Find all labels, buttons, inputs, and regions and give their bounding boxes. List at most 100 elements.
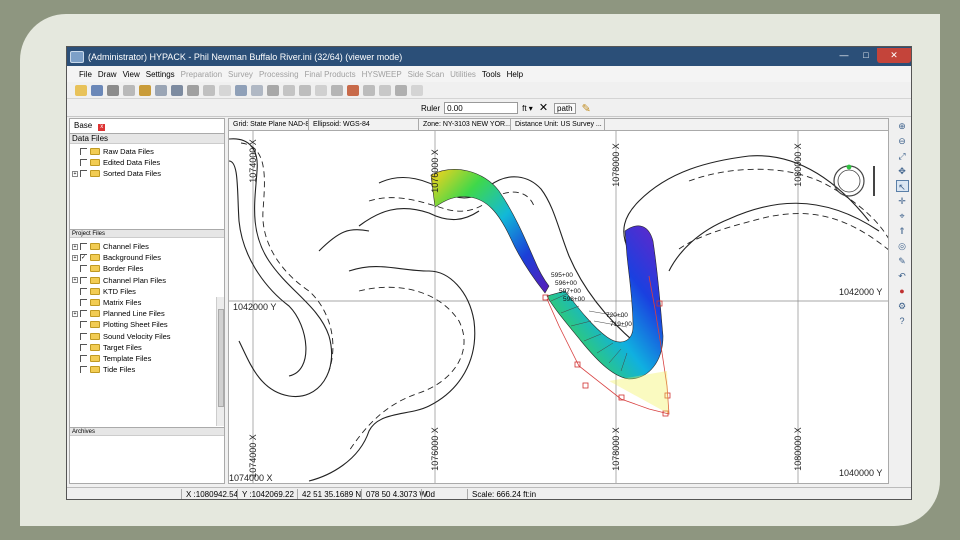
tree-item-edited-data-files[interactable]: Edited Data Files: [72, 157, 161, 168]
menu-file[interactable]: File: [79, 70, 92, 79]
tree-item-label: Sorted Data Files: [103, 169, 161, 179]
sidescan-icon[interactable]: [331, 84, 343, 96]
checkbox[interactable]: [80, 310, 87, 318]
sound-velocity-icon[interactable]: [379, 84, 391, 96]
crosshair-icon[interactable]: ⌖: [896, 210, 909, 222]
project-files-scrollbar[interactable]: [216, 297, 224, 426]
tree-item-planned-line-files[interactable]: + Planned Line Files: [72, 308, 171, 319]
checkbox[interactable]: [80, 299, 87, 307]
tree-item-sound-velocity-files[interactable]: Sound Velocity Files: [72, 331, 171, 342]
tree-item-channel-plan-files[interactable]: + Channel Plan Files: [72, 275, 171, 286]
move-icon[interactable]: ✛: [896, 195, 909, 207]
checkbox[interactable]: [80, 265, 87, 273]
expand-icon[interactable]: +: [72, 310, 78, 317]
project-icon[interactable]: [139, 84, 151, 96]
expand-icon[interactable]: +: [72, 254, 78, 261]
layers-icon[interactable]: [171, 84, 183, 96]
gear-icon[interactable]: [203, 84, 215, 96]
undo-icon[interactable]: ↶: [896, 270, 909, 282]
target-icon[interactable]: [347, 84, 359, 96]
menu-help[interactable]: Help: [507, 70, 523, 79]
tree-item-border-files[interactable]: Border Files: [72, 263, 171, 274]
station-label: 596+00: [555, 280, 577, 287]
expand-icon[interactable]: +: [72, 170, 78, 177]
checkbox[interactable]: [80, 332, 87, 340]
zoom-extents-icon[interactable]: ⤢: [896, 150, 909, 162]
checkbox[interactable]: [80, 343, 87, 351]
zoom-in-icon[interactable]: ⊕: [896, 120, 909, 132]
tree-item-raw-data-files[interactable]: Raw Data Files: [72, 146, 161, 157]
map-view[interactable]: Grid: State Plane NAD-83 Ellipsoid: WGS-…: [228, 118, 889, 484]
zoom-out-icon[interactable]: ⊖: [896, 135, 909, 147]
checkbox[interactable]: [80, 159, 87, 167]
checkbox[interactable]: [80, 170, 87, 178]
checkbox[interactable]: [80, 243, 87, 251]
clear-ruler-icon[interactable]: ✕: [539, 102, 548, 114]
open-folder-icon[interactable]: [75, 84, 87, 96]
ruler-icon[interactable]: [155, 84, 167, 96]
base-tab[interactable]: Base x: [70, 119, 130, 132]
tide-icon[interactable]: [363, 84, 375, 96]
color-icon[interactable]: ●: [896, 285, 909, 297]
checkbox[interactable]: [80, 276, 87, 284]
path-button[interactable]: path: [554, 102, 576, 114]
grid-icon[interactable]: [219, 84, 231, 96]
tree-item-label: Matrix Files: [103, 298, 142, 308]
close-icon[interactable]: x: [98, 124, 106, 131]
archives-header[interactable]: Archives: [70, 427, 224, 436]
expand-icon[interactable]: +: [72, 243, 78, 250]
tree-item-matrix-files[interactable]: Matrix Files: [72, 297, 171, 308]
save-icon[interactable]: [91, 84, 103, 96]
pan-icon[interactable]: ✥: [896, 165, 909, 177]
menu-tools[interactable]: Tools: [482, 70, 501, 79]
menu-view[interactable]: View: [123, 70, 140, 79]
checkbox-checked[interactable]: ✓: [80, 254, 87, 262]
compass-icon[interactable]: ◎: [896, 240, 909, 252]
tree-item-sorted-data-files[interactable]: + Sorted Data Files: [72, 168, 161, 179]
tree-item-plotting-sheet-files[interactable]: Plotting Sheet Files: [72, 319, 171, 330]
tree-item-template-files[interactable]: Template Files: [72, 353, 171, 364]
tree-item-background-files[interactable]: + ✓ Background Files: [72, 252, 171, 263]
map-canvas[interactable]: 1074000 X 1076000 X 1078000 X 1080000 X …: [229, 131, 889, 484]
utility-icon[interactable]: [411, 84, 423, 96]
data-files-header[interactable]: Data Files: [70, 133, 224, 144]
menu-draw[interactable]: Draw: [98, 70, 117, 79]
tree-item-target-files[interactable]: Target Files: [72, 342, 171, 353]
chart-icon[interactable]: [267, 84, 279, 96]
ruler-input[interactable]: [444, 102, 519, 114]
map-icon[interactable]: [235, 84, 247, 96]
tree-item-channel-files[interactable]: + Channel Files: [72, 241, 171, 252]
minimize-button[interactable]: —: [833, 48, 855, 63]
book-icon[interactable]: [251, 84, 263, 96]
grid-y-label: 1040000 Y: [839, 468, 882, 478]
map-tools: ⊕ ⊖ ⤢ ✥ ↖ ✛ ⌖ ⇑ ◎ ✎ ↶ ● ⚙ ?: [892, 118, 911, 484]
print-icon[interactable]: [107, 84, 119, 96]
help-icon[interactable]: ?: [896, 315, 909, 327]
checkbox[interactable]: [80, 148, 87, 156]
select-arrow-icon[interactable]: ↖: [895, 180, 909, 192]
planner-icon[interactable]: [187, 84, 199, 96]
settings-icon[interactable]: ⚙: [896, 300, 909, 312]
boat-icon[interactable]: [283, 84, 295, 96]
ruler-unit-select[interactable]: ft ▾: [522, 104, 533, 113]
expand-icon[interactable]: +: [72, 277, 78, 284]
tree-item-ktd-files[interactable]: KTD Files: [72, 286, 171, 297]
matrix-icon[interactable]: [395, 84, 407, 96]
checkbox[interactable]: [80, 354, 87, 362]
maximize-button[interactable]: □: [855, 48, 877, 63]
tree-item-tide-files[interactable]: Tide Files: [72, 364, 171, 375]
menu-settings[interactable]: Settings: [146, 70, 175, 79]
north-arrow-icon[interactable]: ⇑: [896, 225, 909, 237]
sweep-icon[interactable]: [315, 84, 327, 96]
checkbox[interactable]: [80, 287, 87, 295]
close-button[interactable]: ✕: [877, 48, 911, 63]
scroll-thumb[interactable]: [218, 309, 224, 407]
checkbox[interactable]: [80, 321, 87, 329]
pencil-icon[interactable]: ✎: [582, 102, 591, 115]
pen-icon[interactable]: ✎: [896, 255, 909, 267]
project-files-header[interactable]: Project Files: [70, 229, 224, 238]
sonar-icon[interactable]: [299, 84, 311, 96]
tree-item-label: Planned Line Files: [103, 309, 165, 319]
checkbox[interactable]: [80, 366, 87, 374]
